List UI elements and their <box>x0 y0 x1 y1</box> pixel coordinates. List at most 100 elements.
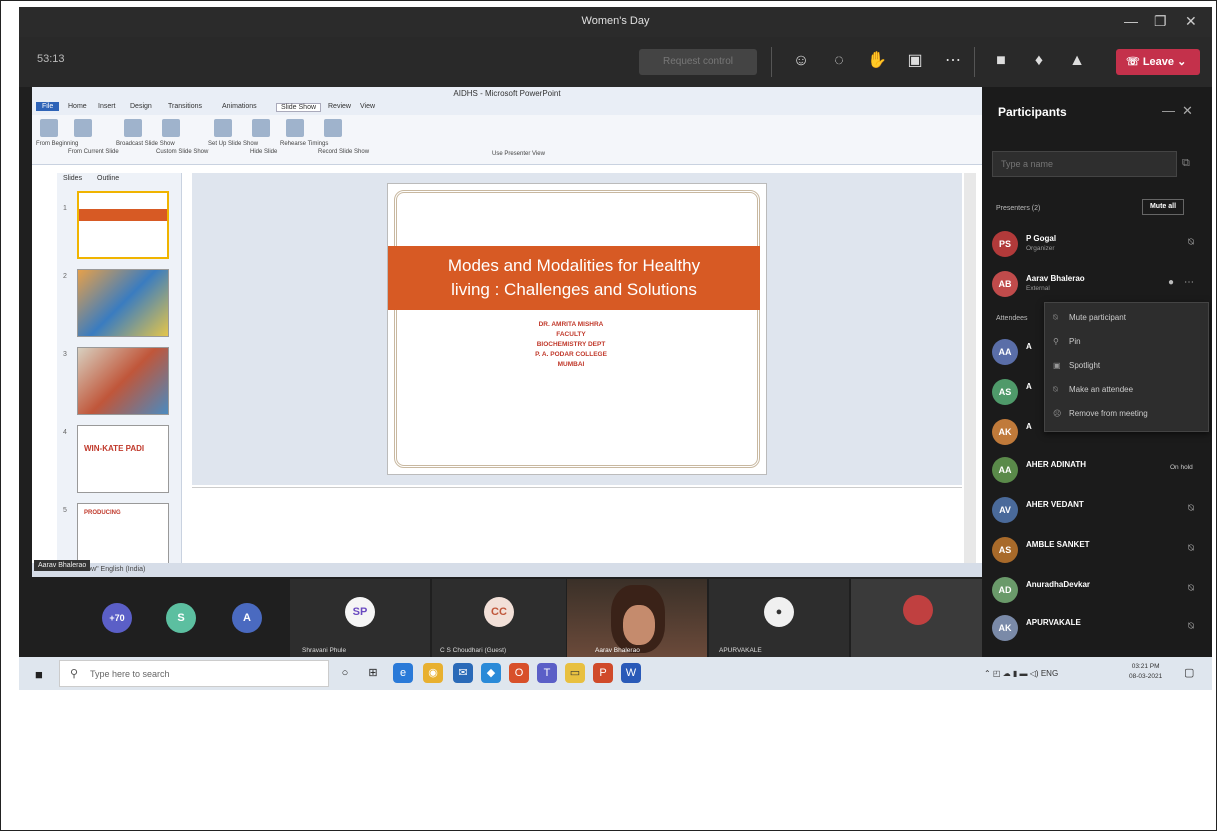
broadcast-icon[interactable] <box>124 119 142 137</box>
speaker-video[interactable]: Aarav Bhalerao <box>567 579 707 657</box>
participant-tile[interactable]: SP Shravani Phule <box>290 579 430 657</box>
current-slide[interactable]: Modes and Modalities for Healthy living … <box>387 183 767 475</box>
video-gallery: +70 S A SP Shravani Phule CC C S Choudha… <box>32 579 982 657</box>
participant-search-input[interactable] <box>992 151 1177 177</box>
record-icon[interactable] <box>324 119 342 137</box>
author-line: FACULTY <box>556 331 586 338</box>
request-control-button[interactable]: Request control <box>639 49 757 75</box>
participant-row[interactable]: PS P Gogal Organizer ⍉ <box>992 229 1202 259</box>
avatar <box>903 595 933 625</box>
minimize-button[interactable]: — <box>1124 13 1138 29</box>
participant-row[interactable]: AB Aarav Bhalerao External ● ⋯ <box>992 269 1202 299</box>
participant-row[interactable]: AD AnuradhaDevkar ⍉ <box>992 575 1202 605</box>
tab-outline[interactable]: Outline <box>97 175 119 182</box>
hide-slide-icon[interactable] <box>252 119 270 137</box>
participant-row[interactable]: AS AMBLE SANKET ⍉ <box>992 535 1202 565</box>
chat-icon[interactable]: ◌ <box>827 49 851 73</box>
tab-slide-show[interactable]: Slide Show <box>276 103 322 112</box>
edge-icon[interactable]: e <box>393 663 413 683</box>
office-icon[interactable]: O <box>509 663 529 683</box>
slide-number: 5 <box>63 507 67 514</box>
people-icon[interactable]: ☺ <box>789 49 813 73</box>
leave-button[interactable]: ☏ Leave ⌄ <box>1116 49 1200 75</box>
clock-date: 08-03-2021 <box>1129 673 1163 680</box>
from-current-icon[interactable] <box>74 119 92 137</box>
menu-label: Remove from meeting <box>1069 409 1148 418</box>
avatar: PS <box>992 231 1018 257</box>
windows-start-icon[interactable]: ■ <box>35 667 43 682</box>
setup-icon[interactable] <box>214 119 232 137</box>
presenters-header[interactable]: Presenters (2) <box>996 205 1040 212</box>
avatar[interactable]: A <box>232 603 262 633</box>
mute-all-button[interactable]: Mute all <box>1142 199 1184 215</box>
slide-thumbnail[interactable] <box>77 191 169 259</box>
minimize-panel-icon[interactable]: — <box>1162 103 1175 118</box>
spotlight-item[interactable]: ▣ Spotlight <box>1053 361 1100 370</box>
participant-row[interactable]: AK APURVAKALE ⍉ <box>992 613 1202 643</box>
rehearse-icon[interactable] <box>286 119 304 137</box>
share-icon[interactable]: ▲ <box>1065 49 1089 73</box>
more-icon[interactable]: ⋯ <box>941 49 965 73</box>
slide-thumbnail[interactable]: WIN-KATE PADI <box>77 425 169 493</box>
presenter-view-checkbox[interactable]: Use Presenter View <box>492 151 545 157</box>
chrome-icon[interactable]: ◉ <box>423 663 443 683</box>
participant-tile[interactable]: ● APURVAKALE <box>709 579 849 657</box>
camera-icon[interactable]: ■ <box>989 49 1013 73</box>
mic-icon[interactable]: ♦ <box>1027 49 1051 73</box>
teams-icon[interactable]: T <box>537 663 557 683</box>
participant-row[interactable]: AV AHER VEDANT ⍉ <box>992 495 1202 525</box>
raise-hand-icon[interactable]: ✋ <box>865 49 889 73</box>
mail-icon[interactable]: ✉ <box>453 663 473 683</box>
speaker-face <box>623 605 655 645</box>
cortana-icon[interactable]: ○ <box>335 663 355 683</box>
tab-view[interactable]: View <box>360 103 375 110</box>
slide-thumbnail[interactable]: PRODUCING <box>77 503 169 571</box>
remove-from-meeting-item[interactable]: ☹ Remove from meeting <box>1053 409 1148 418</box>
custom-show-icon[interactable] <box>162 119 180 137</box>
tab-home[interactable]: Home <box>68 103 87 110</box>
participant-row[interactable]: AA AHER ADINATH On hold <box>992 455 1202 485</box>
close-panel-icon[interactable]: ✕ <box>1182 103 1193 119</box>
tab-transitions[interactable]: Transitions <box>168 103 202 110</box>
pin-item[interactable]: ⚲ Pin <box>1053 337 1081 346</box>
slide-thumbnail[interactable] <box>77 269 169 337</box>
mute-participant-item[interactable]: ⍉ Mute participant <box>1053 313 1126 323</box>
more-options-icon[interactable]: ⋯ <box>1184 277 1194 288</box>
tab-review[interactable]: Review <box>328 103 351 110</box>
slideshow-ribbon: From Beginning From Current Slide Broadc… <box>32 115 982 165</box>
participant-tile[interactable] <box>851 579 982 657</box>
participant-tile[interactable]: CC C S Choudhari (Guest) <box>432 579 566 657</box>
task-view-icon[interactable]: ⊞ <box>363 663 383 683</box>
rooms-icon[interactable]: ▣ <box>903 49 927 73</box>
avatar: AK <box>992 615 1018 641</box>
clock[interactable]: 03:21 PM 08-03-2021 <box>1129 662 1162 682</box>
make-attendee-item[interactable]: ⍉ Make an attendee <box>1053 385 1133 395</box>
toolbar-divider <box>771 47 772 77</box>
file-explorer-icon[interactable]: ▭ <box>565 663 585 683</box>
notes-pane[interactable] <box>192 487 962 562</box>
tab-file[interactable]: File <box>36 102 60 111</box>
powerpoint-icon[interactable]: P <box>593 663 613 683</box>
notifications-icon[interactable]: ▢ <box>1184 666 1194 679</box>
tab-insert[interactable]: Insert <box>98 103 116 110</box>
leave-label: Leave <box>1142 56 1175 68</box>
store-icon[interactable]: ◆ <box>481 663 501 683</box>
maximize-button[interactable]: ❐ <box>1154 13 1167 30</box>
avatar: ● <box>764 597 794 627</box>
overflow-count[interactable]: +70 <box>102 603 132 633</box>
vertical-scrollbar[interactable] <box>964 173 976 563</box>
tab-design[interactable]: Design <box>130 103 152 110</box>
taskbar-search-input[interactable]: ⚲ Type here to search <box>59 660 329 687</box>
tab-animations[interactable]: Animations <box>222 103 257 110</box>
avatar[interactable]: S <box>166 603 196 633</box>
close-button[interactable]: ✕ <box>1185 13 1197 30</box>
word-icon[interactable]: W <box>621 663 641 683</box>
tab-slides[interactable]: Slides <box>63 175 82 182</box>
search-icon: ⚲ <box>70 668 79 680</box>
attendees-header[interactable]: Attendees <box>996 315 1028 322</box>
from-beginning-icon[interactable] <box>40 119 58 137</box>
share-invite-icon[interactable]: ⧉ <box>1182 157 1190 170</box>
tile-name: Aarav Bhalerao <box>595 647 640 654</box>
system-tray[interactable]: ⌃ ◰ ☁ ▮ ▬ ◁) ENG <box>984 669 1058 678</box>
slide-thumbnail[interactable] <box>77 347 169 415</box>
